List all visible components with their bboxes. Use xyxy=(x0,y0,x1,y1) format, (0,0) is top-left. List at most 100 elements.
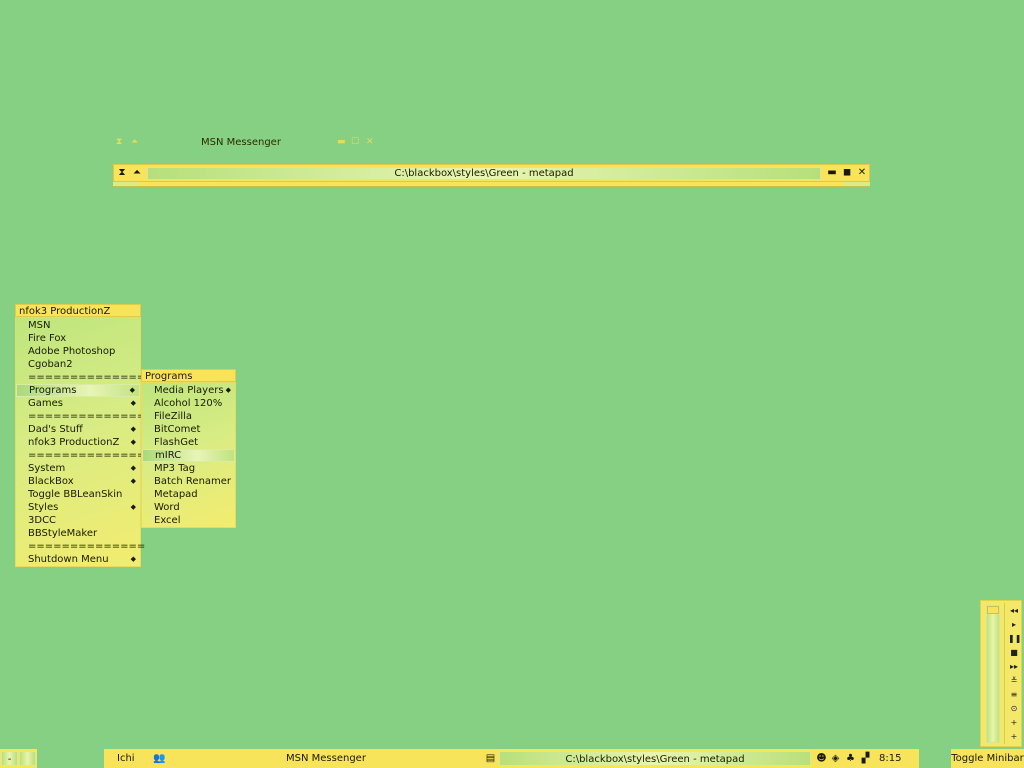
menu-item-programs[interactable]: Programs ◆ xyxy=(16,384,140,397)
menu-item-3dcc[interactable]: 3DCC xyxy=(16,514,140,527)
menu-item-label: Media Players xyxy=(154,385,224,396)
menu-item-bitcomet[interactable]: BitComet xyxy=(142,423,235,436)
menu-item-word[interactable]: Word xyxy=(142,501,235,514)
menu-item-label: Shutdown Menu xyxy=(28,554,109,565)
menu-item-mirc[interactable]: mIRC xyxy=(142,449,235,462)
menu-item-filezilla[interactable]: FileZilla xyxy=(142,410,235,423)
network-icon[interactable]: ◈ xyxy=(829,752,842,765)
stop-icon[interactable]: ■ xyxy=(1008,647,1020,659)
volume-up-icon[interactable]: + xyxy=(1008,717,1020,729)
workspace-toggle-button[interactable] xyxy=(19,751,36,766)
resize-grip-left[interactable] xyxy=(113,182,139,187)
menu-item-label: BitComet xyxy=(154,424,201,435)
eject-icon[interactable]: ≚ xyxy=(1008,675,1020,687)
menu-item-alcohol-120[interactable]: Alcohol 120% xyxy=(142,397,235,410)
toggle-minibar-button[interactable]: Toggle Minibar xyxy=(951,749,1024,768)
menu-item-toggle-bbleanskin[interactable]: Toggle BBLeanSkin xyxy=(16,488,140,501)
close-icon[interactable]: ✕ xyxy=(366,137,374,147)
menu-item-metapad[interactable]: Metapad xyxy=(142,488,235,501)
menu-item-nfok3-productionz[interactable]: nfok3 ProductionZ ◆ xyxy=(16,436,140,449)
forward-icon[interactable]: ▸▸ xyxy=(1008,661,1020,673)
menu-separator: ============== xyxy=(16,371,145,384)
rewind-icon[interactable]: ◂◂ xyxy=(1008,605,1020,617)
root-menu: nfok3 ProductionZ MSN Fire Fox Adobe Photo… xyxy=(15,304,145,567)
menu-item-styles[interactable]: Styles ◆ xyxy=(16,501,140,514)
submenu-arrow-icon: ◆ xyxy=(129,386,135,394)
menu-item-label: mIRC xyxy=(155,450,182,461)
menu-item-label: Dad's Stuff xyxy=(28,424,83,435)
msn-icon[interactable]: ♣ xyxy=(844,752,857,765)
menu-item-label: Games xyxy=(28,398,63,409)
metapad-titlebar[interactable]: ⧗ ⏶ C:\blackbox\styles\Green - metapad ▬… xyxy=(113,164,870,182)
shade-icon[interactable]: ⏶ xyxy=(131,137,138,147)
volume-down-icon[interactable]: + xyxy=(1008,731,1020,743)
playlist-icon[interactable]: ≡ xyxy=(1008,689,1020,701)
menu-item-shutdown-menu[interactable]: Shutdown Menu ◆ xyxy=(16,553,140,566)
menu-item-cgoban2[interactable]: Cgoban2 xyxy=(16,358,140,371)
menu-item-flashget[interactable]: FlashGet xyxy=(142,436,235,449)
menu-item-batch-renamer[interactable]: Batch Renamer xyxy=(142,475,235,488)
programs-submenu: Programs Media Players ◆ Alcohol 120% FileZ… xyxy=(141,369,236,528)
minimize-icon[interactable]: ▬ xyxy=(337,137,346,147)
hourglass-icon[interactable]: ⧗ xyxy=(116,137,122,147)
volume-slider-knob[interactable] xyxy=(987,606,999,614)
maximize-icon[interactable]: ◼ xyxy=(841,167,853,179)
root-menu-title: nfok3 ProductionZ xyxy=(15,304,141,317)
repeat-icon[interactable]: ⊙ xyxy=(1008,703,1020,715)
maximize-icon[interactable]: ☐ xyxy=(351,137,359,147)
menu-item-label: System xyxy=(28,463,66,474)
menu-item-label: Styles xyxy=(28,502,59,513)
menu-item-dad-s-stuff[interactable]: Dad's Stuff ◆ xyxy=(16,423,140,436)
resize-grip-right[interactable] xyxy=(843,182,870,187)
menu-item-label: FlashGet xyxy=(154,437,199,448)
close-icon[interactable]: ✕ xyxy=(856,167,868,179)
task-metapad[interactable]: C:\blackbox\styles\Green - metapad xyxy=(499,751,811,766)
metapad-window[interactable]: ⧗ ⏶ C:\blackbox\styles\Green - metapad ▬… xyxy=(113,164,870,188)
menu-item-blackbox[interactable]: BlackBox ◆ xyxy=(16,475,140,488)
flag-icon[interactable]: ▞ xyxy=(859,752,872,765)
root-menu-body: MSN Fire Fox Adobe Photoshop Cgoban2 =======… xyxy=(15,317,145,567)
submenu-arrow-icon: ◆ xyxy=(130,464,136,472)
alien-icon[interactable]: ☻ xyxy=(815,752,828,765)
menu-item-label: ============== xyxy=(28,411,146,422)
menu-item-label: Excel xyxy=(154,515,181,526)
submenu-arrow-icon: ◆ xyxy=(130,503,136,511)
task-msn-messenger[interactable]: MSN Messenger xyxy=(286,749,366,768)
menu-separator: ============== xyxy=(16,410,145,423)
menu-item-games[interactable]: Games ◆ xyxy=(16,397,140,410)
menu-item-excel[interactable]: Excel xyxy=(142,514,235,527)
pause-icon[interactable]: ❚❚ xyxy=(1008,633,1021,645)
window-handle[interactable] xyxy=(139,182,843,187)
menu-item-mp3-tag[interactable]: MP3 Tag xyxy=(142,462,235,475)
menu-item-label: Toggle BBLeanSkin xyxy=(28,489,123,500)
menu-item-label: ============== xyxy=(28,450,146,461)
menu-item-label: Cgoban2 xyxy=(28,359,73,370)
menu-item-adobe-photoshop[interactable]: Adobe Photoshop xyxy=(16,345,140,358)
menu-toggle-button[interactable]: - xyxy=(1,751,18,766)
play-icon[interactable]: ▸ xyxy=(1008,619,1020,631)
minimize-icon[interactable]: ▬ xyxy=(826,167,838,179)
media-player-bar: ◂◂ ▸ ❚❚ ■ ▸▸ ≚ ≡ ⊙ + + xyxy=(980,600,1022,747)
menu-item-media-players[interactable]: Media Players ◆ xyxy=(142,384,235,397)
programs-submenu-title: Programs xyxy=(141,369,236,382)
hourglass-icon[interactable]: ⧗ xyxy=(116,167,128,179)
workspace-label[interactable]: Ichi xyxy=(117,749,135,768)
submenu-arrow-icon: ◆ xyxy=(225,386,231,394)
menu-item-label: ============== xyxy=(28,541,146,552)
metapad-window-title: C:\blackbox\styles\Green - metapad xyxy=(147,167,821,180)
menu-item-label: Alcohol 120% xyxy=(154,398,223,409)
msn-messenger-window-titlebar[interactable]: ⧗ ⏶ MSN Messenger ▬ ☐ ✕ xyxy=(113,137,383,151)
submenu-arrow-icon: ◆ xyxy=(130,555,136,563)
metapad-icon[interactable]: ▤ xyxy=(484,752,497,765)
shade-icon[interactable]: ⏶ xyxy=(131,167,143,179)
menu-separator: ============== xyxy=(16,449,145,462)
msn-icon[interactable]: 👥 xyxy=(153,752,166,765)
menu-item-msn[interactable]: MSN xyxy=(16,319,140,332)
volume-slider[interactable] xyxy=(986,605,1000,743)
menu-item-system[interactable]: System ◆ xyxy=(16,462,140,475)
menu-item-bbstylemaker[interactable]: BBStyleMaker xyxy=(16,527,140,540)
submenu-arrow-icon: ◆ xyxy=(130,425,136,433)
menu-item-fire-fox[interactable]: Fire Fox xyxy=(16,332,140,345)
menu-item-label: 3DCC xyxy=(28,515,57,526)
msn-window-title: MSN Messenger xyxy=(201,137,281,148)
